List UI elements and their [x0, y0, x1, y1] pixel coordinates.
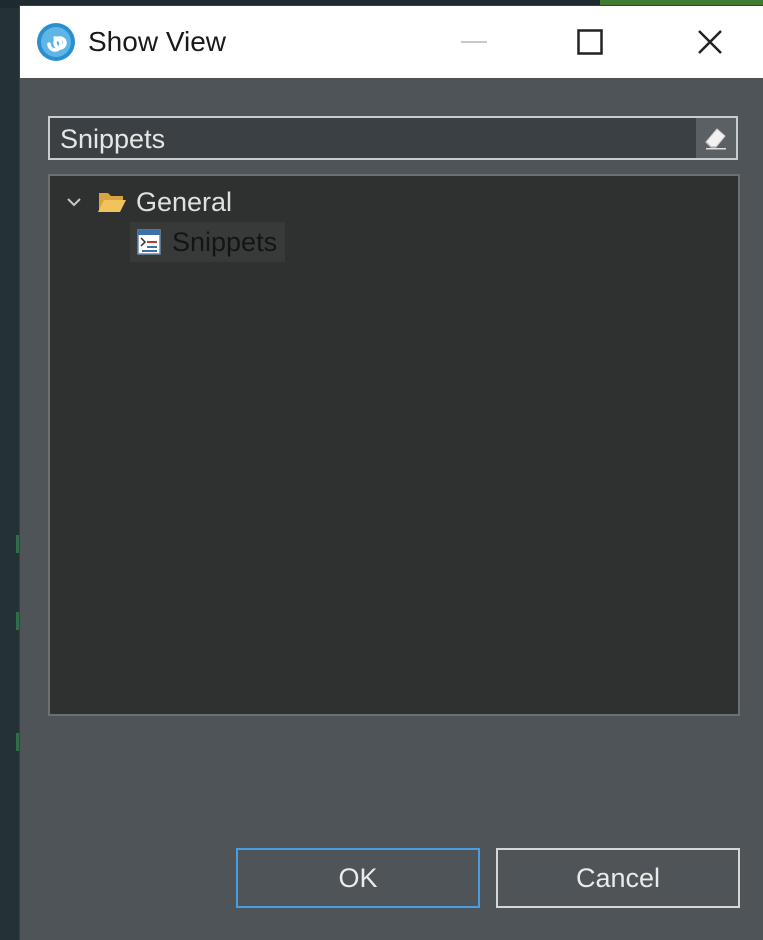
chevron-down-icon[interactable]	[60, 182, 88, 222]
tree-item-label: General	[136, 187, 233, 217]
cancel-button[interactable]: Cancel	[496, 848, 740, 908]
eraser-icon	[705, 128, 726, 150]
app-logo-icon	[36, 22, 76, 62]
view-tree[interactable]: General Snippets	[48, 174, 740, 716]
snippets-view-icon	[134, 222, 164, 262]
folder-open-icon	[96, 182, 128, 222]
ok-button[interactable]: OK	[236, 848, 480, 908]
background-marker	[16, 612, 19, 630]
tree-item-snippets[interactable]: Snippets	[130, 222, 286, 262]
window-title: Show View	[88, 26, 227, 57]
clear-filter-button[interactable]	[696, 118, 736, 158]
maximize-button[interactable]	[560, 6, 620, 78]
tree-item-label: Snippets	[172, 227, 278, 257]
filter-input-value: Snippets	[60, 124, 166, 154]
tree-item-general[interactable]: General	[60, 182, 232, 222]
filter-input[interactable]: Snippets	[48, 116, 738, 160]
close-icon	[698, 30, 722, 54]
title-bar[interactable]: Show View	[20, 6, 763, 78]
close-button[interactable]	[680, 6, 740, 78]
background-marker	[16, 535, 19, 553]
background-marker	[16, 733, 19, 751]
maximize-icon	[577, 29, 603, 55]
minimize-button[interactable]	[444, 6, 504, 78]
show-view-dialog: Show View Snippets General Snippets OK C…	[20, 6, 763, 940]
minimize-icon	[461, 41, 487, 43]
